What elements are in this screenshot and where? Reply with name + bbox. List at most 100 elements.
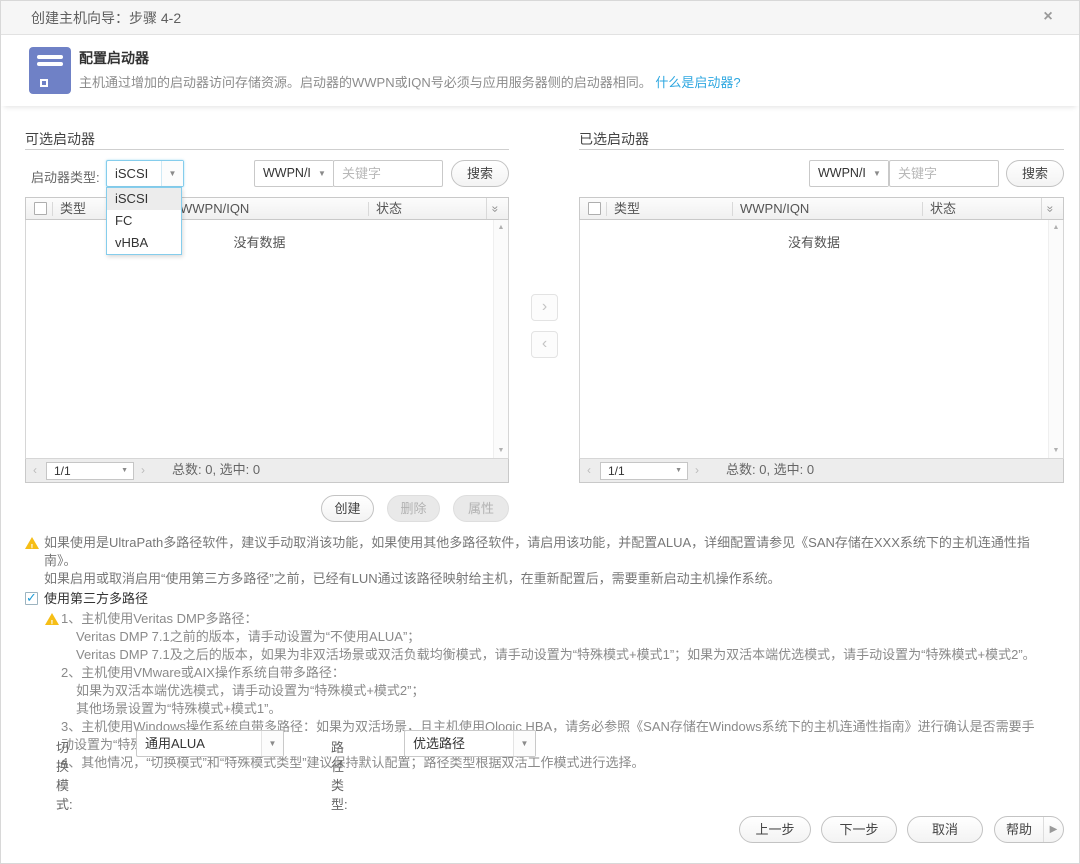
chevron-down-icon[interactable]: ▼ bbox=[866, 161, 888, 186]
selected-empty-text: 没有数据 bbox=[580, 232, 1048, 251]
wizard-footer: 上一步 下一步 取消 帮助 ▶ bbox=[1, 816, 1079, 844]
selected-keyword-input[interactable] bbox=[889, 160, 999, 187]
step-description-text: 主机通过增加的启动器访问存储资源。启动器的WWPN或IQN号必须与应用服务器侧的… bbox=[79, 75, 652, 90]
scroll-up-icon[interactable]: ▲ bbox=[494, 224, 508, 231]
chevron-down-icon[interactable]: ▼ bbox=[513, 731, 535, 756]
selected-panel-divider bbox=[579, 149, 1064, 150]
notice-line-1: 如果使用是UltraPath多路径软件，建议手动取消该功能，如果使用其他多路径软… bbox=[44, 534, 1061, 570]
available-panel-divider bbox=[25, 149, 509, 150]
cancel-button[interactable]: 取消 bbox=[907, 816, 983, 843]
wizard-step-header: 配置启动器 主机通过增加的启动器访问存储资源。启动器的WWPN或IQN号必须与应… bbox=[1, 36, 1079, 106]
delete-button[interactable]: 删除 bbox=[387, 495, 440, 522]
menu-item-vhba[interactable]: vHBA bbox=[107, 232, 181, 254]
scroll-down-icon[interactable]: ▼ bbox=[494, 447, 508, 454]
third-party-multipath-label: 使用第三方多路径 bbox=[44, 591, 148, 606]
selected-panel-title: 已选启动器 bbox=[579, 129, 649, 149]
note-line: 1、主机使用Veritas DMP多路径： bbox=[25, 610, 1061, 628]
note-line: 如果为双活本端优选模式，请手动设置为“特殊模式+模式2”； bbox=[25, 682, 1061, 700]
third-party-multipath-checkbox[interactable]: ✓ bbox=[25, 592, 38, 605]
selected-scrollbar[interactable]: ▲ ▼ bbox=[1048, 220, 1063, 458]
help-menu-arrow-icon[interactable]: ▶ bbox=[1043, 817, 1063, 842]
available-count-summary: 总数: 0, 选中: 0 bbox=[172, 459, 260, 481]
next-step-button[interactable]: 下一步 bbox=[821, 816, 897, 843]
initiator-type-menu: iSCSI FC vHBA bbox=[106, 187, 182, 255]
dialog-titlebar: 创建主机向导：步骤 4-2 × bbox=[1, 1, 1079, 35]
chevron-left-icon: ‹ bbox=[542, 335, 547, 352]
path-type-select[interactable]: 优选路径 ▼ bbox=[404, 730, 536, 757]
initiator-type-value: iSCSI bbox=[107, 161, 161, 186]
menu-item-fc[interactable]: FC bbox=[107, 210, 181, 232]
step-title: 配置启动器 bbox=[79, 48, 149, 68]
step-description: 主机通过增加的启动器访问存储资源。启动器的WWPN或IQN号必须与应用服务器侧的… bbox=[79, 72, 741, 91]
available-empty-text: 没有数据 bbox=[26, 232, 493, 251]
notice-line-2: 如果启用或取消启用“使用第三方多路径”之前，已经有LUN通过该路径映射给主机，在… bbox=[44, 570, 1061, 588]
available-table-header: 类型 WWPN/IQN 状态 » bbox=[25, 197, 509, 220]
available-filter-field-value: WWPN/IQN bbox=[255, 161, 311, 186]
column-type: 类型 bbox=[614, 198, 640, 220]
column-type: 类型 bbox=[60, 198, 86, 220]
selected-count-summary: 总数: 0, 选中: 0 bbox=[726, 459, 814, 481]
column-wwpn: WWPN/IQN bbox=[740, 198, 809, 220]
selected-search-button[interactable]: 搜索 bbox=[1006, 160, 1064, 187]
available-select-all-checkbox[interactable] bbox=[34, 202, 47, 215]
ultrapath-notice: ! 如果使用是UltraPath多路径软件，建议手动取消该功能，如果使用其他多路… bbox=[25, 534, 1061, 588]
next-page-icon[interactable]: › bbox=[141, 463, 145, 477]
note-line: Veritas DMP 7.1之前的版本，请手动设置为“不使用ALUA”； bbox=[25, 628, 1061, 646]
close-icon[interactable]: × bbox=[1039, 8, 1057, 26]
available-scrollbar[interactable]: ▲ ▼ bbox=[493, 220, 508, 458]
menu-item-iscsi[interactable]: iSCSI bbox=[107, 188, 181, 210]
column-settings-icon[interactable]: » bbox=[486, 198, 508, 219]
column-wwpn: WWPN/IQN bbox=[180, 198, 249, 220]
what-is-initiator-link[interactable]: 什么是启动器? bbox=[655, 75, 740, 90]
available-panel-title: 可选启动器 bbox=[25, 129, 95, 149]
scroll-up-icon[interactable]: ▲ bbox=[1049, 224, 1063, 231]
available-pagination: ‹ 1/1 ▼ › 总数: 0, 选中: 0 bbox=[25, 459, 509, 483]
page-value: 1/1 bbox=[608, 463, 625, 479]
warning-icon: ! bbox=[25, 537, 39, 549]
next-page-icon[interactable]: › bbox=[695, 463, 699, 477]
path-type-label: 路径类型: bbox=[331, 737, 348, 813]
selected-table-header: 类型 WWPN/IQN 状态 » bbox=[579, 197, 1064, 220]
third-party-multipath-row: ✓ 使用第三方多路径 bbox=[25, 590, 1061, 609]
chevron-down-icon[interactable]: ▼ bbox=[261, 731, 283, 756]
available-keyword-input[interactable] bbox=[333, 160, 443, 187]
selected-filter-field-value: WWPN/IQN bbox=[810, 161, 866, 186]
warning-icon: ! bbox=[45, 613, 59, 625]
column-status: 状态 bbox=[930, 198, 956, 220]
selected-table-body: 没有数据 ▲ ▼ bbox=[579, 220, 1064, 459]
note-line: 其他场景设置为“特殊模式+模式1”。 bbox=[25, 700, 1061, 718]
dialog-title: 创建主机向导：步骤 4-2 bbox=[31, 1, 181, 35]
selected-pagination: ‹ 1/1 ▼ › 总数: 0, 选中: 0 bbox=[579, 459, 1064, 483]
chevron-down-icon[interactable]: ▼ bbox=[161, 161, 183, 186]
path-type-value: 优选路径 bbox=[405, 731, 513, 756]
help-button[interactable]: 帮助 bbox=[995, 817, 1043, 842]
column-settings-icon[interactable]: » bbox=[1041, 198, 1063, 219]
create-host-wizard-dialog: 创建主机向导：步骤 4-2 × 配置启动器 主机通过增加的启动器访问存储资源。启… bbox=[0, 0, 1080, 864]
prev-page-icon[interactable]: ‹ bbox=[33, 463, 37, 477]
initiator-type-select[interactable]: iSCSI ▼ bbox=[106, 160, 184, 187]
switch-mode-select[interactable]: 通用ALUA ▼ bbox=[136, 730, 284, 757]
move-left-button[interactable]: ‹ bbox=[531, 331, 558, 358]
previous-step-button[interactable]: 上一步 bbox=[739, 816, 811, 843]
create-button[interactable]: 创建 bbox=[321, 495, 374, 522]
selected-filter-field-select[interactable]: WWPN/IQN ▼ bbox=[809, 160, 889, 187]
note-line: 2、主机使用VMware或AIX操作系统自带多路径： bbox=[25, 664, 1061, 682]
properties-button[interactable]: 属性 bbox=[453, 495, 509, 522]
help-button-group: 帮助 ▶ bbox=[994, 816, 1064, 843]
selected-select-all-checkbox[interactable] bbox=[588, 202, 601, 215]
server-icon bbox=[29, 47, 71, 94]
available-filter-field-select[interactable]: WWPN/IQN ▼ bbox=[254, 160, 334, 187]
scroll-down-icon[interactable]: ▼ bbox=[1049, 447, 1063, 454]
chevron-down-icon: ▼ bbox=[675, 467, 682, 474]
chevron-down-icon: ▼ bbox=[121, 467, 128, 474]
available-page-select[interactable]: 1/1 ▼ bbox=[46, 462, 134, 480]
chevron-down-icon[interactable]: ▼ bbox=[311, 161, 333, 186]
chevron-right-icon: › bbox=[542, 298, 547, 315]
prev-page-icon[interactable]: ‹ bbox=[587, 463, 591, 477]
note-line: Veritas DMP 7.1及之后的版本，如果为非双活场景或双活负载均衡模式，… bbox=[25, 646, 1061, 664]
page-value: 1/1 bbox=[54, 463, 71, 479]
move-right-button[interactable]: › bbox=[531, 294, 558, 321]
selected-page-select[interactable]: 1/1 ▼ bbox=[600, 462, 688, 480]
available-table-body: 没有数据 ▲ ▼ bbox=[25, 220, 509, 459]
available-search-button[interactable]: 搜索 bbox=[451, 160, 509, 187]
